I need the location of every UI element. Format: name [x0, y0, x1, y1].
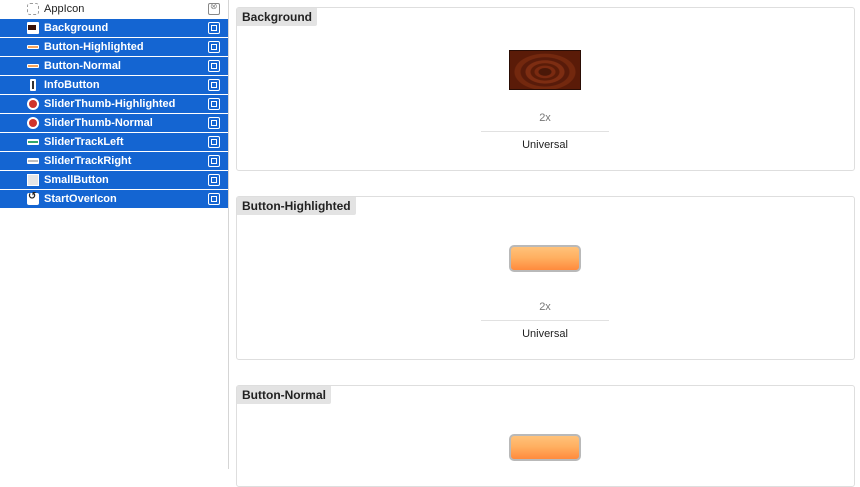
divider — [481, 320, 609, 321]
image-set-title: Background — [237, 8, 318, 26]
button-image-icon — [27, 41, 39, 53]
asset-checkbox[interactable]: ⊗ — [208, 1, 220, 15]
asset-label: StartOverIcon — [44, 193, 117, 205]
asset-row-sliderthumb-highlighted[interactable]: SliderThumb-Highlighted — [0, 95, 228, 114]
asset-label: Background — [44, 22, 109, 34]
slider-thumb-icon — [27, 117, 39, 129]
idiom-label: Universal — [522, 328, 568, 340]
scale-label: 2x — [539, 112, 551, 124]
asset-list-sidebar: AppIcon ⊗ Background Button-Highlighted … — [0, 0, 229, 469]
asset-checkbox[interactable] — [208, 117, 220, 129]
image-well-2x[interactable] — [509, 50, 581, 90]
asset-checkbox[interactable] — [208, 155, 220, 167]
asset-label: SliderTrackRight — [44, 155, 132, 167]
asset-row-infobutton[interactable]: InfoButton — [0, 76, 228, 95]
asset-row-button-normal[interactable]: Button-Normal — [0, 57, 228, 76]
scale-label: 2x — [539, 301, 551, 313]
asset-label: InfoButton — [44, 79, 100, 91]
small-button-icon — [27, 174, 39, 186]
asset-label: SliderTrackLeft — [44, 136, 124, 148]
info-button-icon — [30, 79, 36, 91]
asset-row-appicon[interactable]: AppIcon ⊗ — [0, 0, 228, 19]
start-over-icon — [27, 191, 39, 205]
asset-row-startovericon[interactable]: StartOverIcon — [0, 190, 228, 209]
asset-label: AppIcon — [44, 3, 85, 15]
asset-checkbox[interactable] — [208, 79, 220, 91]
background-image-icon — [27, 22, 39, 34]
asset-label: Button-Highlighted — [44, 41, 144, 53]
asset-detail-area: Background 2x Universal Button-Highlight… — [229, 0, 860, 487]
image-set-title: Button-Normal — [237, 386, 331, 404]
asset-row-background[interactable]: Background — [0, 19, 228, 38]
image-set-panel-button-normal: Button-Normal — [236, 385, 855, 487]
divider — [481, 131, 609, 132]
slider-thumb-icon — [27, 98, 39, 110]
asset-checkbox[interactable] — [208, 60, 220, 72]
slider-track-icon — [27, 155, 39, 167]
asset-label: Button-Normal — [44, 60, 121, 72]
app-icon-placeholder-icon — [27, 3, 39, 15]
asset-checkbox[interactable] — [208, 136, 220, 148]
asset-label: SmallButton — [44, 174, 109, 186]
button-image-icon — [27, 60, 39, 72]
image-set-panel-background: Background 2x Universal — [236, 7, 855, 171]
asset-row-slidertrackright[interactable]: SliderTrackRight — [0, 152, 228, 171]
image-set-panel-button-highlighted: Button-Highlighted 2x Universal — [236, 196, 855, 360]
asset-row-slidertrackleft[interactable]: SliderTrackLeft — [0, 133, 228, 152]
asset-row-sliderthumb-normal[interactable]: SliderThumb-Normal — [0, 114, 228, 133]
asset-label: SliderThumb-Highlighted — [44, 98, 176, 110]
image-set-title: Button-Highlighted — [237, 197, 356, 215]
asset-checkbox[interactable] — [208, 41, 220, 53]
asset-checkbox[interactable] — [208, 193, 220, 205]
asset-row-button-highlighted[interactable]: Button-Highlighted — [0, 38, 228, 57]
asset-checkbox[interactable] — [208, 22, 220, 34]
asset-row-smallbutton[interactable]: SmallButton — [0, 171, 228, 190]
idiom-label: Universal — [522, 139, 568, 151]
slider-track-icon — [27, 136, 39, 148]
asset-label: SliderThumb-Normal — [44, 117, 153, 129]
asset-checkbox[interactable] — [208, 98, 220, 110]
image-well-2x[interactable] — [509, 434, 581, 461]
image-well-2x[interactable] — [509, 245, 581, 272]
asset-checkbox[interactable] — [208, 174, 220, 186]
